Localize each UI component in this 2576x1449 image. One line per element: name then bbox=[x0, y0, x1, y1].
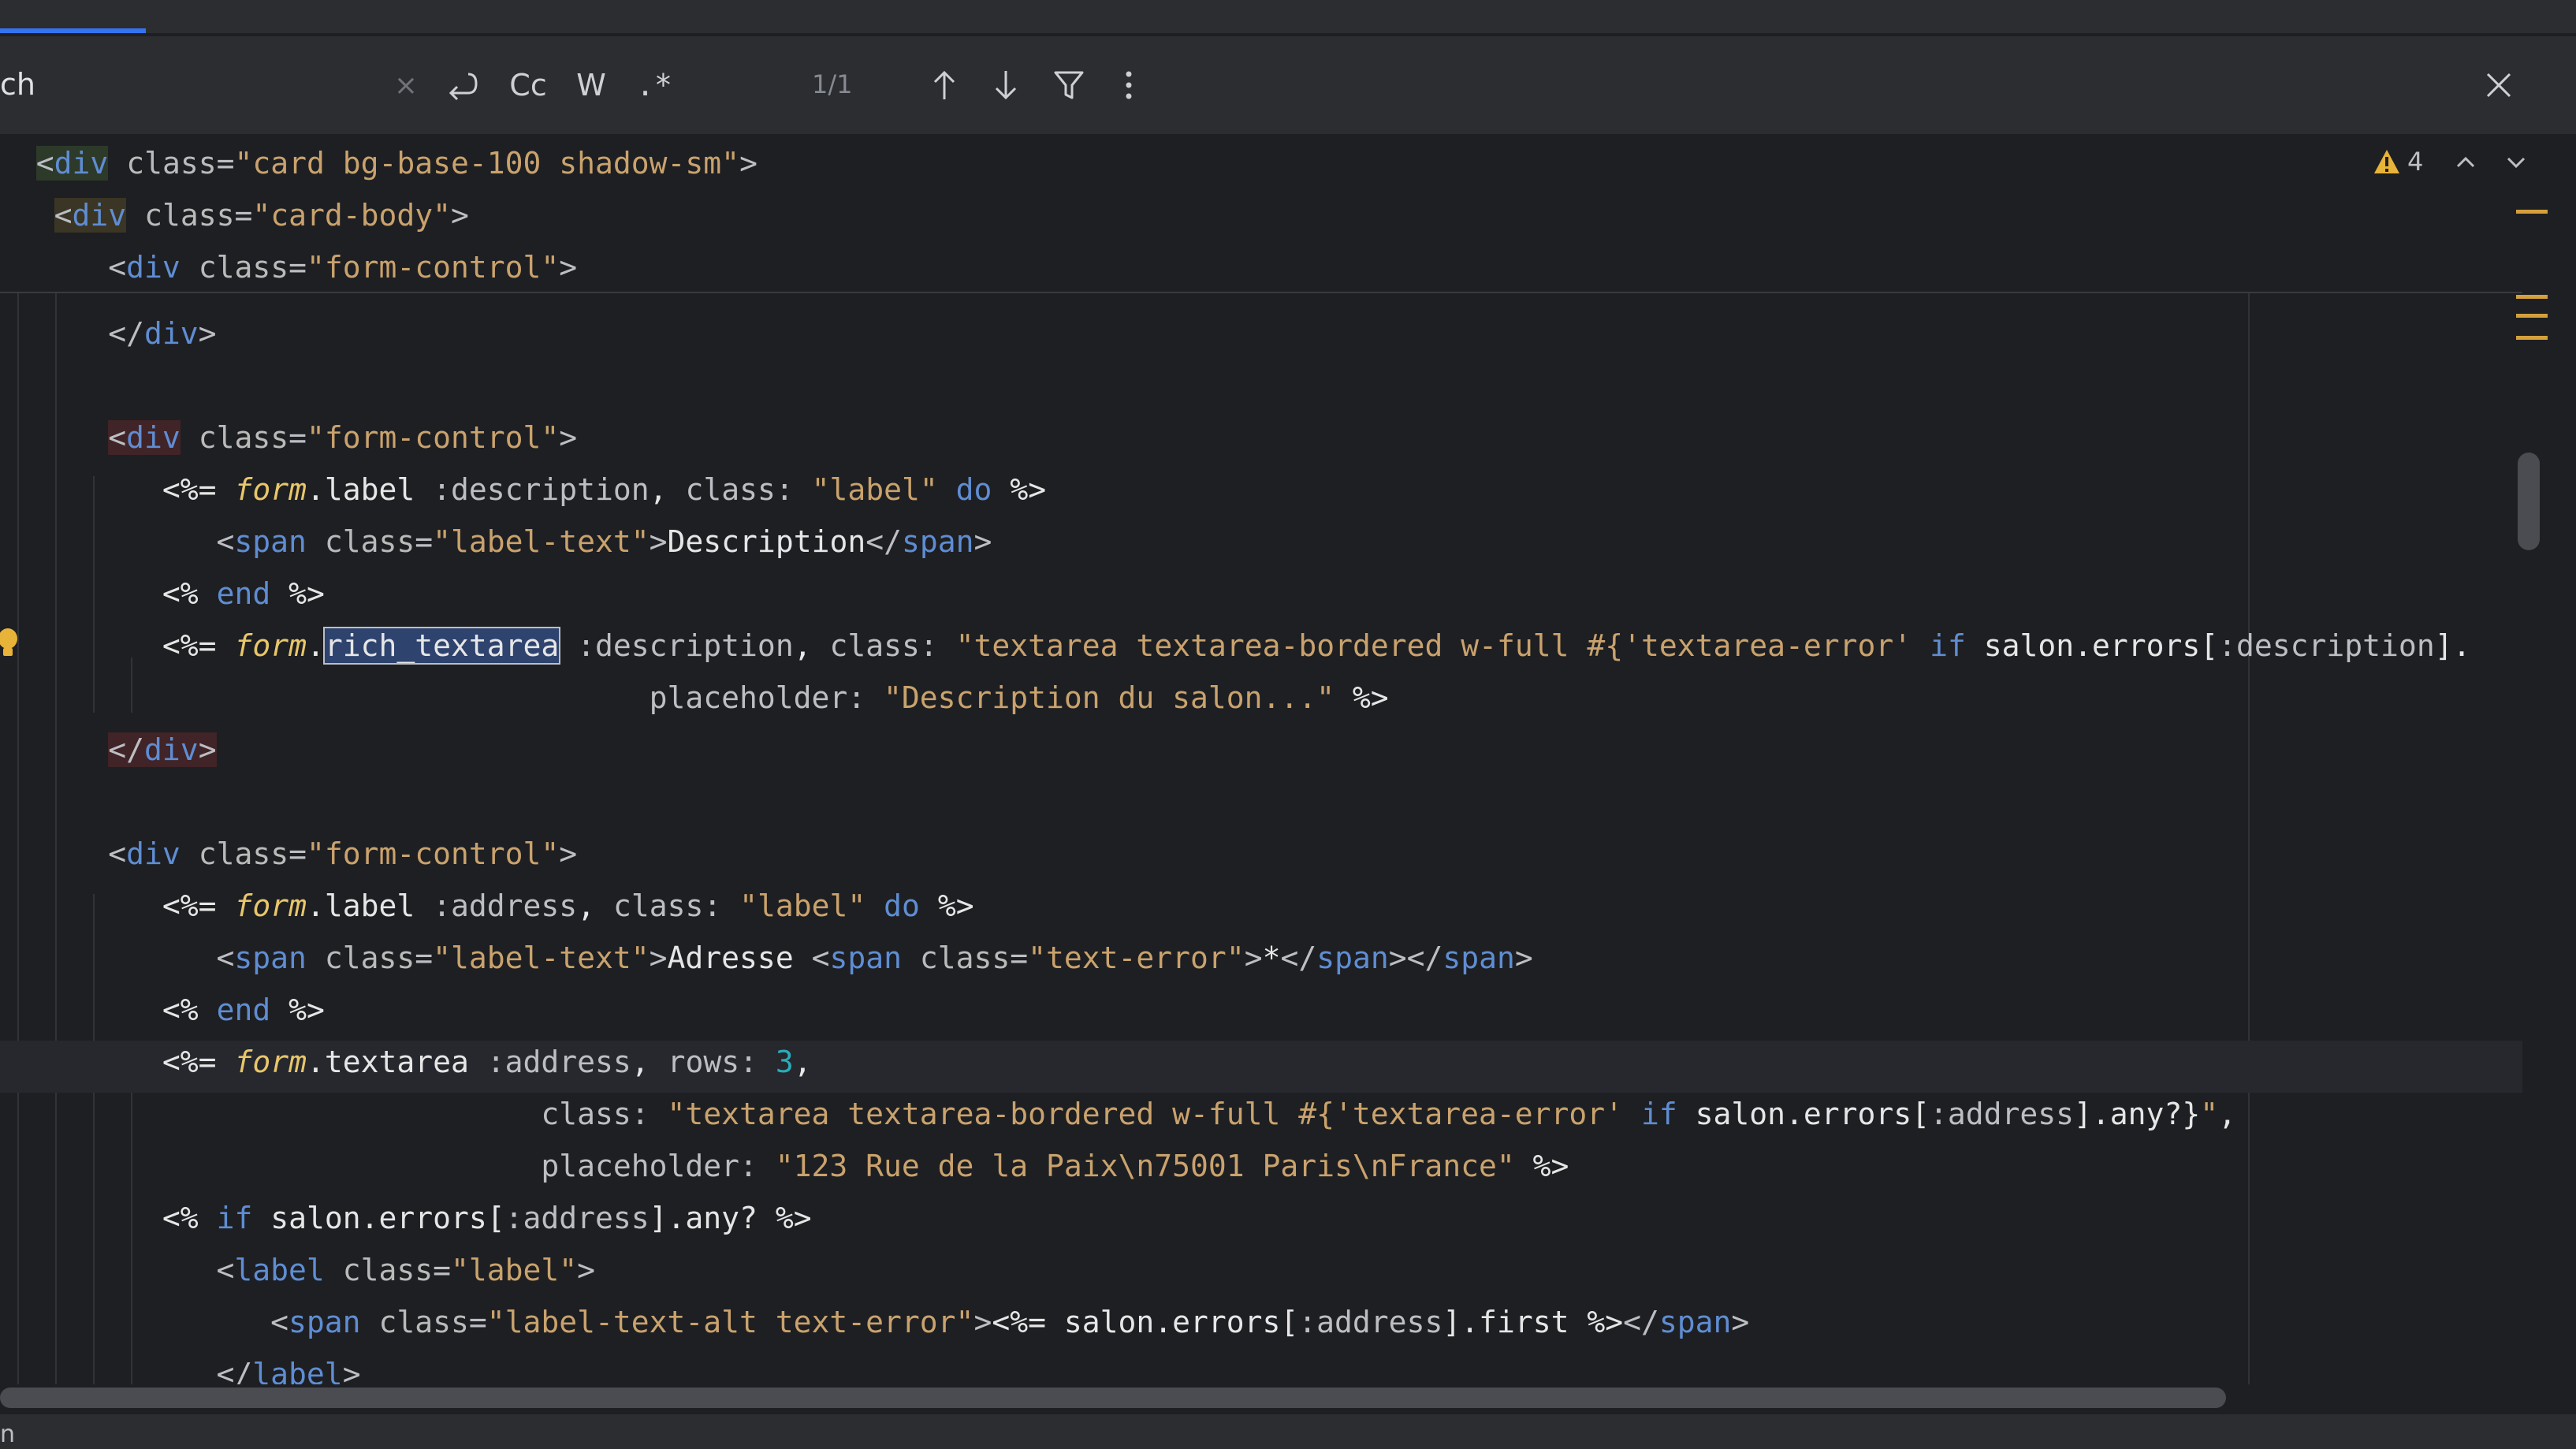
arrow-up-icon bbox=[933, 70, 955, 99]
code-line: </div> bbox=[108, 732, 217, 767]
code-line: <% if salon.errors[:address].any? %> bbox=[162, 1201, 812, 1235]
code-line: <div class="card-body"> bbox=[54, 198, 469, 233]
match-case-button[interactable]: Cc bbox=[504, 60, 552, 110]
code-line: placeholder: "Description du salon..." %… bbox=[649, 680, 1389, 715]
warning-stripe[interactable] bbox=[2516, 295, 2548, 299]
code-line: <%= form.rich_textarea :description, cla… bbox=[162, 627, 2471, 665]
horizontal-scrollbar[interactable] bbox=[0, 1388, 2226, 1408]
code-line: <% end %> bbox=[162, 993, 325, 1027]
status-text: n bbox=[0, 1421, 16, 1448]
code-line: <div class="form-control"> bbox=[0, 250, 578, 285]
warning-count: 4 bbox=[2407, 147, 2424, 177]
vertical-scrollbar[interactable] bbox=[2518, 453, 2540, 550]
next-problem-button[interactable] bbox=[2503, 150, 2529, 178]
filter-button[interactable] bbox=[1045, 60, 1093, 110]
code-editor[interactable]: <div class="card bg-base-100 shadow-sm">… bbox=[0, 137, 2576, 1391]
warning-icon bbox=[2374, 150, 2399, 173]
warning-stripe[interactable] bbox=[2516, 314, 2548, 318]
code-line: <label class="label"> bbox=[0, 1253, 596, 1287]
code-line: <%= form.label :address, class: "label" … bbox=[162, 888, 974, 923]
code-line: placeholder: "123 Rue de la Paix\n75001 … bbox=[541, 1149, 1569, 1183]
code-line: <% end %> bbox=[162, 576, 325, 611]
right-margin-guide bbox=[2248, 292, 2250, 1391]
wrap-search-button[interactable] bbox=[438, 60, 486, 110]
filter-icon bbox=[1054, 71, 1084, 99]
inspection-widget[interactable]: 4 bbox=[2373, 147, 2423, 177]
close-search-button[interactable] bbox=[2475, 60, 2522, 110]
code-line: <span class="label-text">Description</sp… bbox=[0, 524, 992, 559]
regex-button[interactable]: .* bbox=[631, 60, 678, 110]
status-bar: n bbox=[0, 1413, 2576, 1449]
more-options-button[interactable] bbox=[1107, 60, 1151, 110]
code-line: <span class="label-text">Adresse <span c… bbox=[0, 941, 1533, 975]
close-icon bbox=[2486, 73, 2511, 98]
whole-words-button[interactable]: W bbox=[569, 60, 613, 110]
chevron-down-icon bbox=[2507, 157, 2526, 169]
active-tab-indicator bbox=[0, 28, 146, 33]
code-line: <div class="form-control"> bbox=[0, 836, 578, 871]
next-match-button[interactable] bbox=[984, 60, 1028, 110]
search-input[interactable]: ch bbox=[0, 66, 35, 102]
editor-tab-strip bbox=[0, 0, 2576, 35]
match-count: 1/1 bbox=[812, 69, 853, 99]
code-line: </div> bbox=[0, 316, 217, 351]
previous-match-button[interactable] bbox=[922, 60, 966, 110]
previous-problem-button[interactable] bbox=[2453, 150, 2478, 178]
code-line: <span class="label-text-alt text-error">… bbox=[0, 1305, 1750, 1339]
code-line: class: "textarea textarea-bordered w-ful… bbox=[541, 1097, 2236, 1131]
code-line: <%= form.textarea :address, rows: 3, bbox=[162, 1045, 812, 1079]
arrow-down-icon bbox=[995, 71, 1017, 100]
warning-stripe[interactable] bbox=[2516, 336, 2548, 340]
more-vertical-icon bbox=[1126, 71, 1132, 99]
code-line: <div class="card bg-base-100 shadow-sm"> bbox=[35, 146, 758, 181]
intention-bulb-icon[interactable] bbox=[0, 628, 22, 665]
code-line: <div class="form-control"> bbox=[108, 420, 578, 455]
chevron-up-icon bbox=[2456, 156, 2475, 168]
code-line: <%= form.label :description, class: "lab… bbox=[162, 472, 1047, 507]
warning-stripe[interactable] bbox=[2516, 210, 2548, 214]
sticky-separator bbox=[0, 292, 2522, 293]
clear-search-button[interactable]: × bbox=[386, 60, 426, 110]
wrap-icon bbox=[449, 73, 478, 101]
